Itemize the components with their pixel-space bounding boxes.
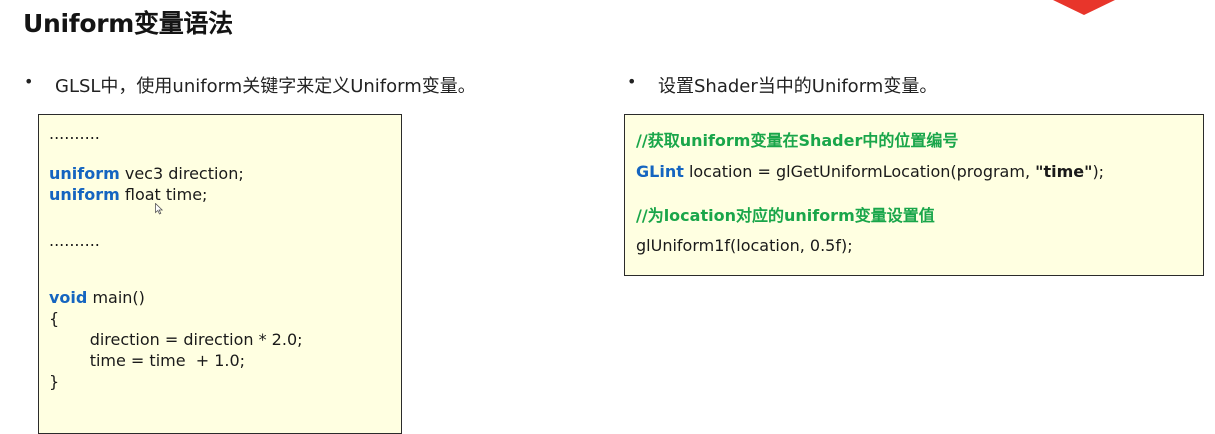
comment-set-value: //为location对应的uniform变量设置值	[636, 206, 935, 225]
mouse-pointer-icon	[155, 203, 163, 215]
uniform-decl-time: uniform float time;	[49, 185, 207, 205]
bullet-right-text: 设置Shader当中的Uniform变量。	[658, 76, 938, 97]
bullet-left-text: GLSL中，使用uniform关键字来定义Uniform变量。	[55, 76, 476, 97]
keyword-uniform: uniform	[49, 185, 120, 204]
keyword-uniform: uniform	[49, 164, 120, 183]
brace-open: {	[49, 309, 60, 328]
slide-title: Uniform变量语法	[23, 9, 233, 38]
ellipsis-top: ..........	[49, 124, 100, 143]
uniform-decl-direction: uniform vec3 direction;	[49, 164, 244, 184]
statement-time: time = time + 1.0;	[49, 351, 246, 370]
get-location-call: location = glGetUniformLocation(program,	[683, 162, 1036, 181]
type-glint: GLint	[636, 162, 684, 181]
keyword-void: void	[49, 288, 88, 307]
ellipsis-mid: ..........	[49, 231, 100, 250]
gl-uniform-call: glUniform1f(location, 0.5f);	[636, 236, 853, 255]
red-triangle-icon	[1053, 0, 1115, 15]
get-uniform-location-line: GLint location = glGetUniformLocation(pr…	[636, 162, 1104, 182]
string-time: "time"	[1035, 162, 1093, 181]
bullet-marker: •	[627, 72, 637, 91]
main-signature: void main()	[49, 288, 145, 308]
decl-direction-rest: vec3 direction;	[119, 164, 244, 183]
decl-time-rest: float time;	[119, 185, 208, 204]
glsl-code-box: .......... uniform vec3 direction; unifo…	[38, 114, 402, 434]
brace-close: }	[49, 372, 60, 391]
main-sig-rest: main()	[87, 288, 145, 307]
statement-direction: direction = direction * 2.0;	[49, 330, 303, 349]
bullet-marker: •	[24, 72, 34, 91]
comment-get-location: //获取uniform变量在Shader中的位置编号	[636, 131, 959, 150]
get-location-end: );	[1092, 162, 1105, 181]
opengl-api-code-box: //获取uniform变量在Shader中的位置编号 GLint locatio…	[624, 114, 1204, 276]
